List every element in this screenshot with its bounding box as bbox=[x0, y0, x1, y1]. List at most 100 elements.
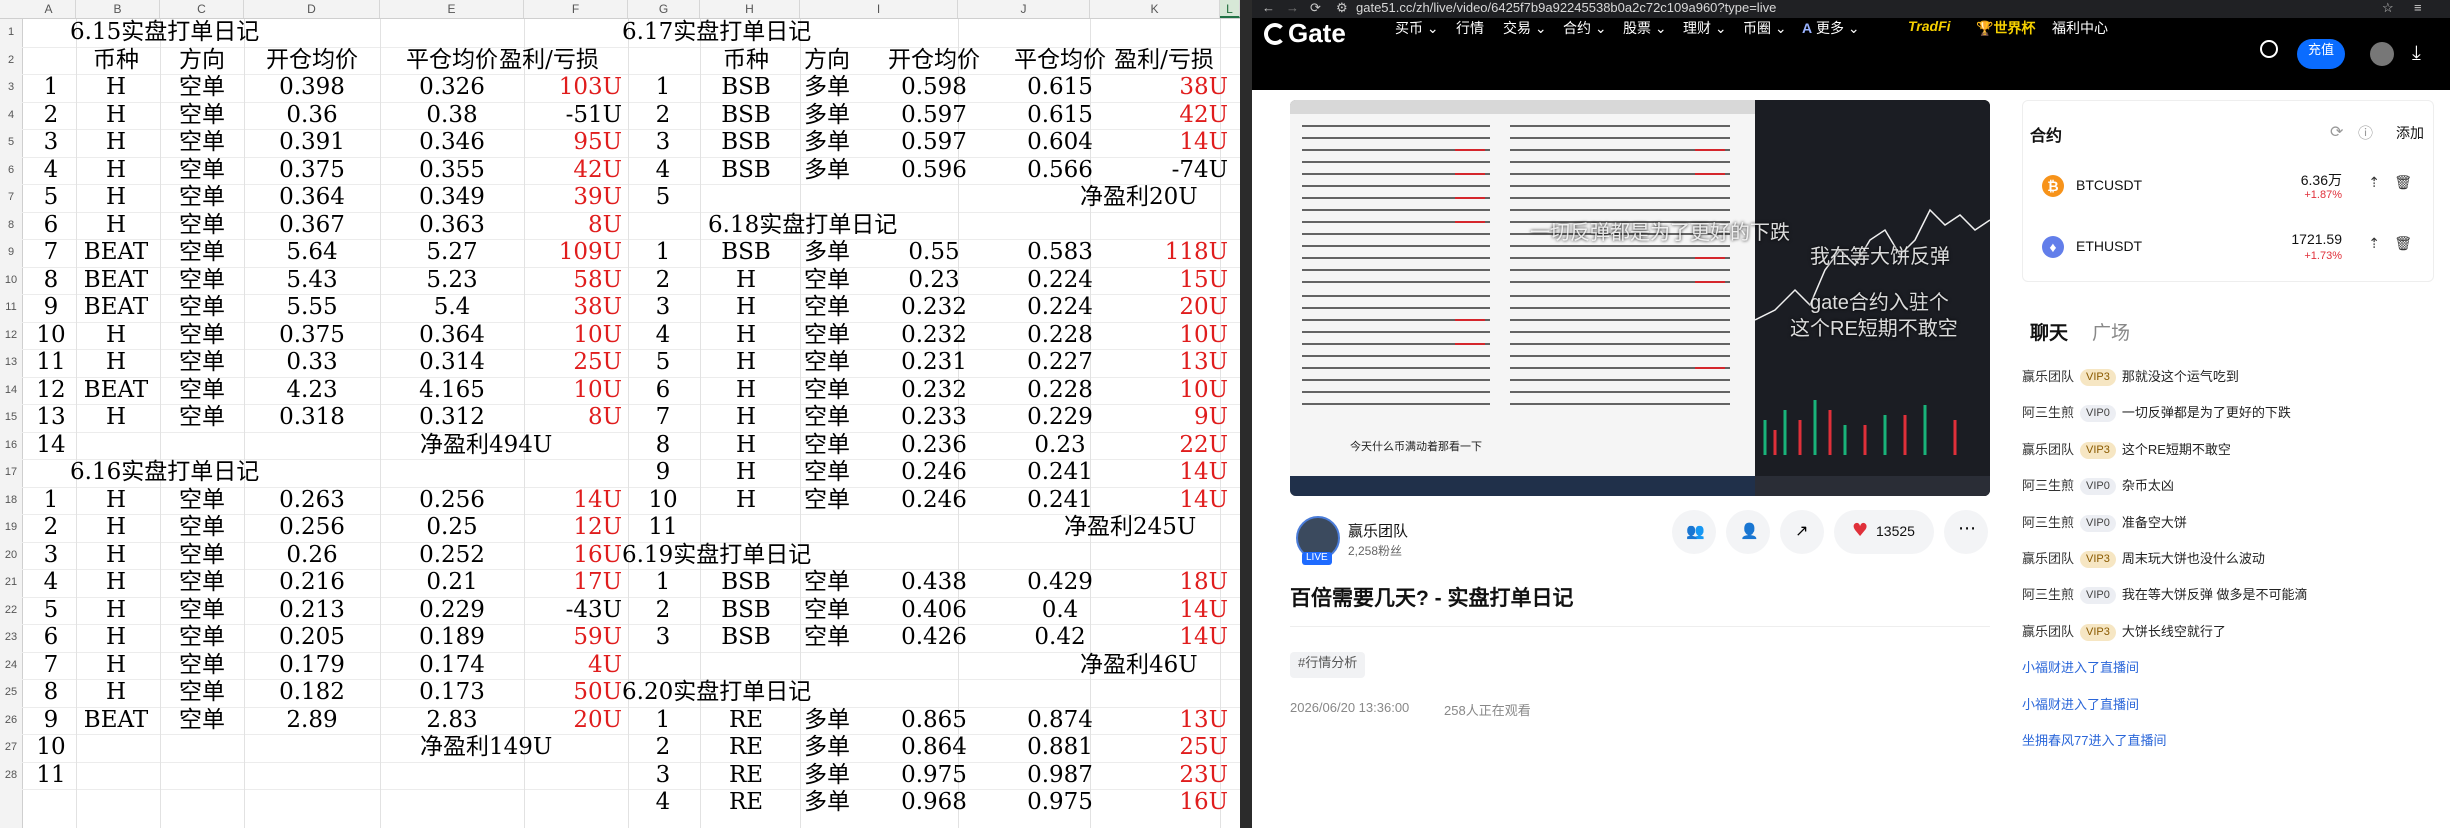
cell[interactable]: 0.406 bbox=[870, 597, 998, 625]
cell[interactable]: 空单 bbox=[160, 184, 244, 212]
nav-worldcup[interactable]: 🏆世界杯 bbox=[1976, 18, 2035, 90]
pnl-cell[interactable]: 59U bbox=[476, 624, 622, 652]
cell[interactable]: 0.596 bbox=[870, 157, 998, 185]
pnl-cell[interactable]: 15U bbox=[1100, 267, 1228, 295]
pnl-cell[interactable]: 14U bbox=[1100, 487, 1228, 515]
column-header[interactable]: K bbox=[1090, 0, 1220, 18]
cell[interactable]: 空单 bbox=[794, 322, 860, 350]
cell[interactable]: 空单 bbox=[794, 349, 860, 377]
chat-user[interactable]: 阿三生煎 bbox=[2022, 515, 2074, 530]
search-icon[interactable] bbox=[2260, 40, 2278, 58]
cell[interactable]: 4 bbox=[628, 322, 698, 350]
cell[interactable]: H bbox=[698, 404, 794, 432]
row-number[interactable]: 9 bbox=[0, 239, 22, 267]
cell[interactable]: 0.33 bbox=[244, 349, 380, 377]
total-cell[interactable]: 净盈利46U bbox=[1080, 652, 1240, 680]
cell[interactable]: 空单 bbox=[794, 404, 860, 432]
cell[interactable]: 0.391 bbox=[244, 129, 380, 157]
row-number[interactable]: 17 bbox=[0, 459, 22, 487]
cell[interactable]: 0.438 bbox=[870, 569, 998, 597]
cell[interactable]: 5.64 bbox=[244, 239, 380, 267]
cell[interactable]: 空单 bbox=[160, 404, 244, 432]
cell[interactable]: 空单 bbox=[160, 349, 244, 377]
cell[interactable]: 0.26 bbox=[244, 542, 380, 570]
cell[interactable]: H bbox=[76, 569, 156, 597]
cell[interactable]: 0.232 bbox=[870, 322, 998, 350]
column-header[interactable]: I bbox=[800, 0, 958, 18]
cell[interactable]: 多单 bbox=[794, 789, 860, 817]
pnl-cell[interactable]: 25U bbox=[1100, 734, 1228, 762]
cell[interactable]: 8 bbox=[26, 267, 76, 295]
row-number[interactable]: 14 bbox=[0, 377, 22, 405]
cell[interactable]: 4 bbox=[26, 569, 76, 597]
block-title-cell[interactable]: 6.15实盘打单日记 bbox=[70, 19, 370, 47]
cell[interactable]: H bbox=[76, 322, 156, 350]
cell[interactable]: 5 bbox=[26, 184, 76, 212]
cell[interactable]: BSB bbox=[698, 102, 794, 130]
row-number[interactable]: 3 bbox=[0, 74, 22, 102]
column-header[interactable]: H bbox=[700, 0, 800, 18]
site-info-icon[interactable]: ⚙ bbox=[1336, 0, 1348, 16]
cell[interactable]: H bbox=[76, 624, 156, 652]
cell[interactable]: 10 bbox=[628, 487, 698, 515]
cell[interactable]: 13 bbox=[26, 404, 76, 432]
row-number[interactable]: 15 bbox=[0, 404, 22, 432]
cell[interactable]: 11 bbox=[26, 762, 76, 790]
cell[interactable]: 11 bbox=[628, 514, 698, 542]
pnl-cell[interactable]: 14U bbox=[1100, 129, 1228, 157]
pnl-cell[interactable]: 118U bbox=[1100, 239, 1228, 267]
row-number[interactable]: 13 bbox=[0, 349, 22, 377]
block-title-cell[interactable]: 6.20实盘打单日记 bbox=[622, 679, 922, 707]
header-cell[interactable]: 方向 bbox=[794, 47, 860, 75]
cell[interactable]: BEAT bbox=[76, 707, 156, 735]
cell[interactable]: 空单 bbox=[160, 597, 244, 625]
pnl-cell[interactable]: 16U bbox=[476, 542, 622, 570]
cell[interactable]: 14 bbox=[26, 432, 76, 460]
pnl-cell[interactable]: 39U bbox=[476, 184, 622, 212]
row-number[interactable]: 16 bbox=[0, 432, 22, 460]
pnl-cell[interactable]: 38U bbox=[1100, 74, 1228, 102]
chat-user[interactable]: 阿三生煎 bbox=[2022, 405, 2074, 420]
pnl-cell[interactable]: 50U bbox=[476, 679, 622, 707]
avatar[interactable] bbox=[2370, 42, 2394, 66]
row-number[interactable]: 28 bbox=[0, 762, 22, 790]
cell[interactable]: H bbox=[698, 267, 794, 295]
more-button[interactable]: ⋯ bbox=[1944, 510, 1988, 554]
pnl-cell[interactable]: 17U bbox=[476, 569, 622, 597]
row-number[interactable]: 25 bbox=[0, 679, 22, 707]
header-cell[interactable]: 开仓均价 bbox=[870, 47, 998, 75]
cell[interactable]: 0.597 bbox=[870, 129, 998, 157]
cell[interactable]: 1 bbox=[26, 487, 76, 515]
pnl-cell[interactable]: 95U bbox=[476, 129, 622, 157]
cell[interactable]: 4 bbox=[628, 789, 698, 817]
cell[interactable]: H bbox=[76, 597, 156, 625]
cell[interactable]: 空单 bbox=[160, 102, 244, 130]
chat-user[interactable]: 赢乐团队 bbox=[2022, 442, 2074, 457]
cell[interactable]: 4.23 bbox=[244, 377, 380, 405]
cell[interactable]: 2 bbox=[628, 267, 698, 295]
cell[interactable]: BSB bbox=[698, 74, 794, 102]
add-contract-button[interactable]: 添加 bbox=[2396, 123, 2424, 143]
pnl-cell[interactable]: -74U bbox=[1100, 157, 1228, 185]
cell[interactable]: 0.36 bbox=[244, 102, 380, 130]
column-header[interactable]: E bbox=[380, 0, 524, 18]
deposit-button[interactable]: 充值 bbox=[2297, 39, 2345, 69]
cell[interactable]: 0.23 bbox=[870, 267, 998, 295]
pnl-cell[interactable]: 58U bbox=[476, 267, 622, 295]
header-cell[interactable]: 盈利/亏损 bbox=[1100, 47, 1228, 75]
cell[interactable]: 空单 bbox=[160, 487, 244, 515]
pnl-cell[interactable]: 16U bbox=[1100, 789, 1228, 817]
cell[interactable]: H bbox=[698, 432, 794, 460]
cell[interactable]: 空单 bbox=[794, 569, 860, 597]
cell[interactable]: BSB bbox=[698, 624, 794, 652]
row-number[interactable]: 22 bbox=[0, 597, 22, 625]
row-number[interactable]: 1 bbox=[0, 19, 22, 47]
cell[interactable]: 0.975 bbox=[870, 762, 998, 790]
cell[interactable]: H bbox=[698, 349, 794, 377]
follow-button[interactable]: 👤 bbox=[1726, 510, 1770, 554]
cell[interactable]: 9 bbox=[26, 294, 76, 322]
pnl-cell[interactable]: 42U bbox=[476, 157, 622, 185]
pnl-cell[interactable]: 18U bbox=[1100, 569, 1228, 597]
header-cell[interactable]: 币种 bbox=[698, 47, 794, 75]
refresh-icon[interactable]: ⟳ bbox=[2330, 122, 2343, 141]
